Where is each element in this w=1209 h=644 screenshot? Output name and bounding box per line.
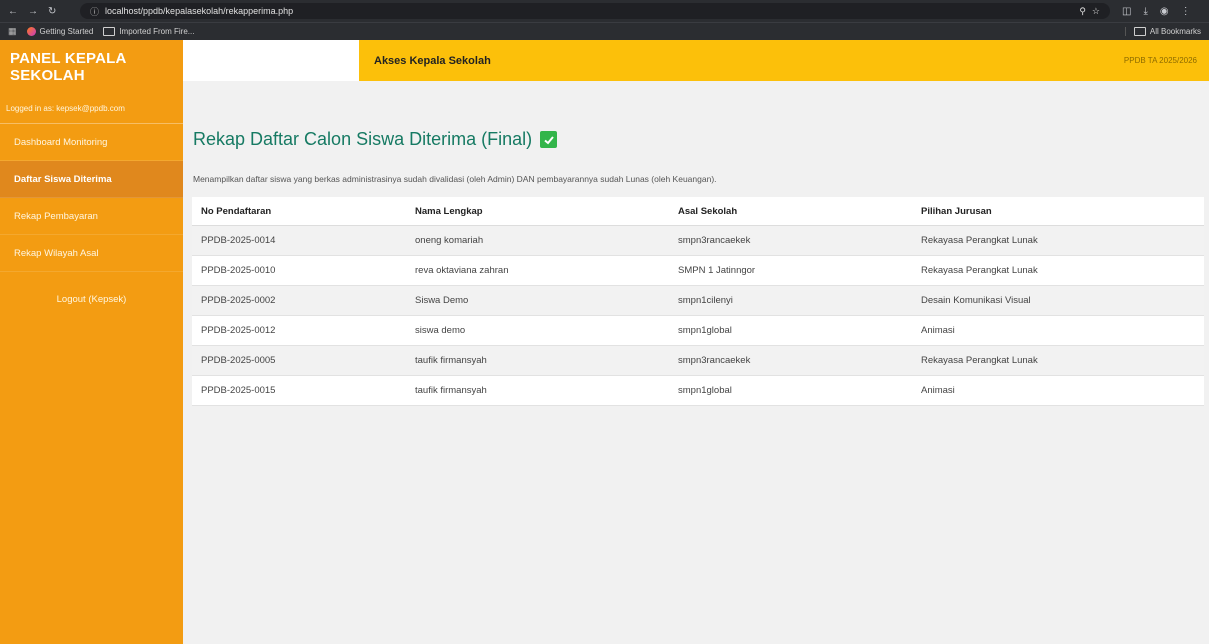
sidebar: PANEL KEPALA SEKOLAH Logged in as: kepse… — [0, 40, 183, 644]
logged-in-text: Logged in as: kepsek@ppdb.com — [6, 104, 125, 113]
table-row: PPDB-2025-0012 siswa demo smpn1global An… — [192, 315, 1204, 346]
all-bookmarks-button[interactable]: All Bookmarks — [1124, 27, 1201, 36]
table-cell: PPDB-2025-0002 — [192, 285, 406, 316]
table-header-row: No Pendaftaran Nama Lengkap Asal Sekolah… — [192, 197, 1204, 226]
table-cell: PPDB-2025-0015 — [192, 375, 406, 406]
download-icon[interactable]: ⤓ — [1143, 6, 1147, 17]
table-row: PPDB-2025-0010 reva oktaviana zahran SMP… — [192, 255, 1204, 286]
table-cell: Rekayasa Perangkat Lunak — [912, 255, 1204, 286]
table-cell: Animasi — [912, 315, 1204, 346]
sidebar-item-rekap-pembayaran[interactable]: Rekap Pembayaran — [0, 198, 183, 235]
table-cell: PPDB-2025-0012 — [192, 315, 406, 346]
extensions-icon[interactable]: ◫ — [1122, 6, 1131, 17]
firefox-icon — [26, 27, 36, 36]
apps-grid-icon[interactable]: ▦ — [8, 26, 17, 37]
logout-link[interactable]: Logout (Kepsek) — [0, 294, 183, 305]
bookmarks-bar: ▦ Getting Started Imported From Fire... … — [0, 22, 1209, 40]
folder-icon — [103, 27, 116, 36]
table-cell: smpn1global — [669, 315, 912, 346]
table-cell: reva oktaviana zahran — [406, 255, 669, 286]
sidebar-title: PANEL KEPALA SEKOLAH — [10, 50, 127, 84]
browser-actions: ◫ ⤓ ◉ ⋮ — [1110, 6, 1191, 17]
tahun-ajaran: PPDB TA 2025/2026 — [1123, 56, 1197, 65]
reload-icon[interactable]: ↻ — [48, 6, 56, 17]
table-cell: siswa demo — [406, 315, 669, 346]
sidebar-item-rekap-wilayah[interactable]: Rekap Wilayah Asal — [0, 235, 183, 272]
bookmark-star-icon[interactable]: ☆ — [1092, 6, 1100, 17]
col-header: Pilihan Jurusan — [912, 197, 1204, 226]
page-title-text: Rekap Daftar Calon Siswa Diterima (Final… — [193, 129, 533, 149]
menu-icon[interactable]: ⋮ — [1181, 6, 1191, 17]
akses-title: Akses Kepala Sekolah — [374, 54, 491, 67]
bookmark-getting-started[interactable]: Getting Started — [26, 27, 93, 36]
sidebar-item-daftar-siswa[interactable]: Daftar Siswa Diterima — [0, 161, 183, 198]
table-cell: SMPN 1 Jatinngor — [669, 255, 912, 286]
table-cell: Animasi — [912, 375, 1204, 406]
table-cell: PPDB-2025-0014 — [192, 225, 406, 256]
url-text[interactable]: localhost/ppdb/kepalasekolah/rekapperima… — [105, 6, 293, 16]
banner-yellow: Akses Kepala Sekolah PPDB TA 2025/2026 — [359, 40, 1209, 81]
table-row: PPDB-2025-0002 Siswa Demo smpn1cilenyi D… — [192, 285, 1204, 316]
bookmark-imported[interactable]: Imported From Fire... — [103, 27, 194, 36]
table-cell: smpn3rancaekek — [669, 225, 912, 256]
back-icon[interactable]: ← — [8, 6, 18, 17]
main-content: Rekap Daftar Calon Siswa Diterima (Final… — [183, 111, 1209, 644]
table-cell: taufik firmansyah — [406, 345, 669, 376]
sidebar-item-dashboard[interactable]: Dashboard Monitoring — [0, 124, 183, 161]
banner-left-blank — [183, 40, 359, 81]
zoom-icon[interactable]: ⚲ — [1079, 6, 1086, 17]
table-row: PPDB-2025-0014 oneng komariah smpn3ranca… — [192, 225, 1204, 256]
table-cell: Siswa Demo — [406, 285, 669, 316]
table-cell: Rekayasa Perangkat Lunak — [912, 225, 1204, 256]
browser-toolbar: ← → ↻ ⓘ localhost/ppdb/kepalasekolah/rek… — [0, 0, 1209, 22]
table-cell: Desain Komunikasi Visual — [912, 285, 1204, 316]
page-title: Rekap Daftar Calon Siswa Diterima (Final… — [193, 129, 558, 150]
table-cell: smpn1global — [669, 375, 912, 406]
col-header: Nama Lengkap — [406, 197, 669, 226]
table-cell: smpn1cilenyi — [669, 285, 912, 316]
students-table: No Pendaftaran Nama Lengkap Asal Sekolah… — [192, 197, 1204, 406]
page-description: Menampilkan daftar siswa yang berkas adm… — [193, 174, 717, 184]
site-info-icon[interactable]: ⓘ — [90, 5, 99, 18]
table-row: PPDB-2025-0005 taufik firmansyah smpn3ra… — [192, 345, 1204, 376]
address-bar[interactable]: ⓘ localhost/ppdb/kepalasekolah/rekapperi… — [80, 3, 1110, 19]
profile-icon[interactable]: ◉ — [1160, 6, 1169, 17]
table-cell: taufik firmansyah — [406, 375, 669, 406]
col-header: No Pendaftaran — [192, 197, 406, 226]
checkmark-icon — [540, 131, 558, 148]
table-row: PPDB-2025-0015 taufik firmansyah smpn1gl… — [192, 375, 1204, 406]
table-cell: Rekayasa Perangkat Lunak — [912, 345, 1204, 376]
col-header: Asal Sekolah — [669, 197, 912, 226]
table-cell: oneng komariah — [406, 225, 669, 256]
top-banner: Akses Kepala Sekolah PPDB TA 2025/2026 — [183, 40, 1209, 81]
table-cell: smpn3rancaekek — [669, 345, 912, 376]
browser-nav: ← → ↻ — [0, 6, 80, 17]
table-cell: PPDB-2025-0005 — [192, 345, 406, 376]
forward-icon[interactable]: → — [28, 6, 38, 17]
folder-icon — [1133, 27, 1146, 36]
table-cell: PPDB-2025-0010 — [192, 255, 406, 286]
